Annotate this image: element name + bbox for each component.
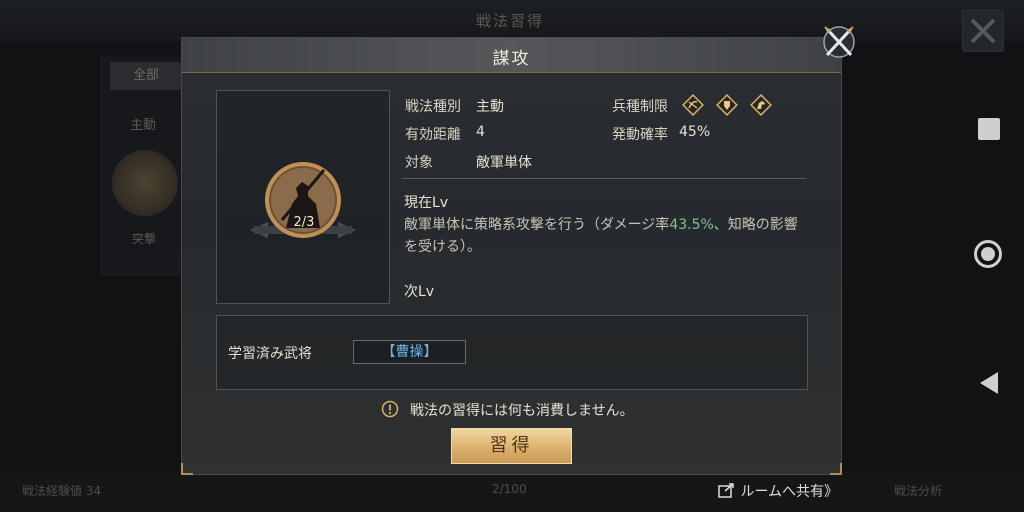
next-level-heading: 次Lv [404, 284, 435, 300]
background-analysis-button[interactable]: 戦法分析 [894, 482, 942, 499]
crossed-swords-close-icon [823, 26, 855, 58]
damage-rate-value: 43.5% [669, 217, 714, 233]
learned-general-tag[interactable]: 【曹操】 [353, 340, 466, 364]
dialog-close-button[interactable] [820, 24, 858, 60]
shield-icon [716, 94, 738, 116]
activation-rate-value: 45% [679, 124, 711, 140]
cost-notice: 戦法の習得には何も消費しません。 [410, 403, 634, 419]
background-skill-avatar[interactable] [112, 150, 178, 216]
divider [402, 178, 806, 179]
background-close-button[interactable] [962, 10, 1004, 52]
dialog-title: 謀攻 [492, 49, 531, 69]
current-level-description: 敵軍単体に策略系攻撃を行う（ダメージ率43.5%、知略の影響を受ける）。 [404, 214, 800, 258]
share-icon [718, 483, 734, 498]
share-to-room-button[interactable]: ルームへ共有》 [718, 481, 838, 501]
activation-rate-label: 発動確率 [612, 127, 668, 143]
troop-restriction-label: 兵種制限 [612, 99, 668, 115]
target-value: 敵軍単体 [476, 155, 532, 171]
learned-generals-label: 学習済み武将 [228, 346, 312, 362]
target-label: 対象 [405, 155, 433, 171]
background-subtab[interactable]: 主動 [130, 114, 156, 133]
skill-type-value: 主動 [476, 99, 504, 115]
background-avatar-label: 突撃 [132, 232, 157, 246]
background-exp-label: 戦法経験値 34 [22, 484, 102, 498]
bow-cavalry-icon [682, 94, 704, 116]
info-icon [381, 400, 399, 418]
skill-type-label: 戦法種別 [405, 99, 461, 115]
home-button[interactable] [974, 240, 1002, 268]
corner-ornament [181, 463, 193, 475]
current-level-heading: 現在Lv [404, 195, 449, 211]
background-title: 戦法習得 [475, 12, 544, 30]
skill-emblem-icon [250, 162, 356, 238]
share-label: ルームへ共有》 [740, 484, 839, 500]
description-text: 敵軍単体に策略系攻撃を行う（ダメージ率 [404, 217, 670, 233]
range-label: 有効距離 [405, 127, 461, 143]
corner-ornament [830, 463, 842, 475]
range-value: 4 [476, 124, 485, 140]
back-button[interactable] [980, 372, 998, 394]
learn-button[interactable]: 習得 [451, 428, 572, 464]
recent-apps-button[interactable] [978, 118, 1000, 140]
horse-icon [750, 94, 772, 116]
background-count: 2/100 [492, 482, 527, 496]
skill-level-indicator: 2/3 [293, 215, 315, 230]
close-icon [970, 18, 996, 44]
background-tab-all[interactable]: 全部 [110, 62, 182, 90]
